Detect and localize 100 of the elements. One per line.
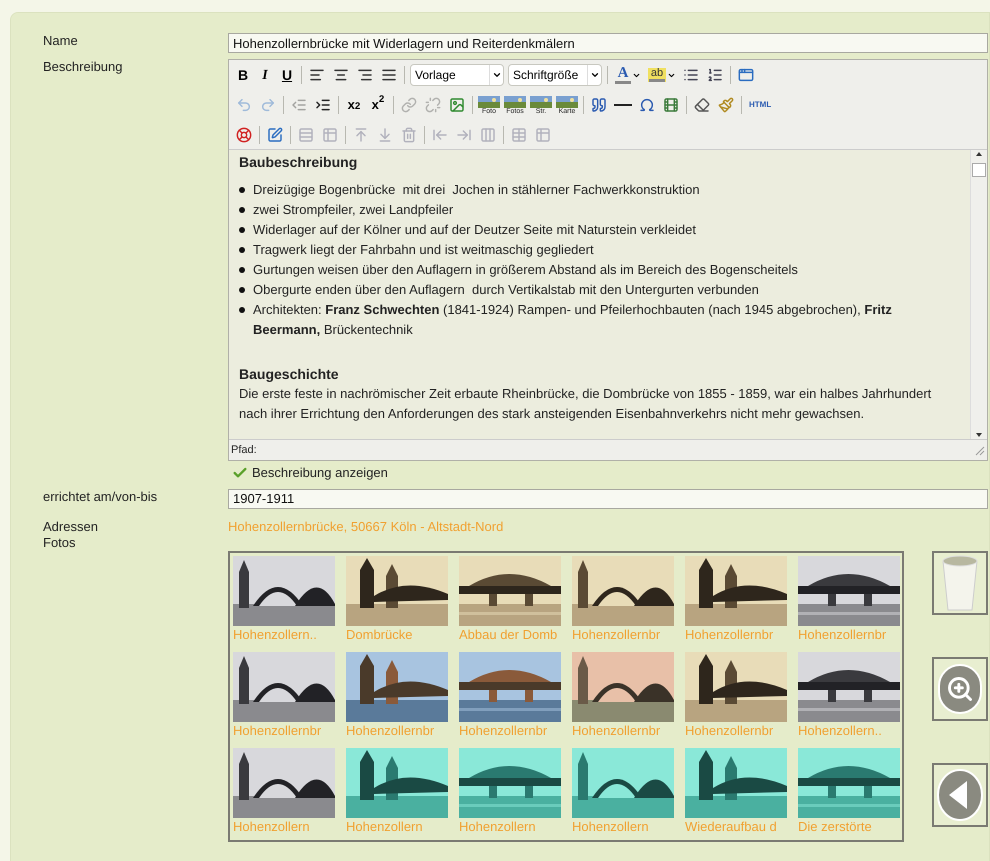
bullet-icon (239, 187, 245, 193)
redo-icon (260, 97, 276, 113)
horizontal-rule-icon (614, 104, 632, 106)
photo-caption[interactable]: Hohenzollern (459, 818, 561, 836)
outdent-icon (291, 97, 307, 113)
table-icon (511, 127, 527, 143)
image-icon (449, 97, 465, 113)
link-icon (401, 97, 417, 113)
omega-icon (639, 97, 655, 113)
underline-button[interactable]: U (276, 64, 298, 86)
photo-caption[interactable]: Hohenzollern (233, 818, 335, 836)
bullet-icon (239, 247, 245, 253)
photo-caption[interactable]: Hohenzollern.. (233, 626, 335, 644)
photo-caption[interactable]: Hohenzollern (346, 818, 448, 836)
photo-caption[interactable]: Abbau der Domb (459, 626, 561, 644)
bold-button[interactable]: B (232, 64, 254, 86)
table-grid-icon (535, 127, 551, 143)
highlight-button[interactable]: ab (645, 64, 679, 86)
field-label: errichtet am/von-bis (43, 488, 158, 506)
row-above-icon (353, 127, 369, 143)
photo-caption[interactable]: Hohenzollernbr (572, 722, 674, 740)
photo-caption[interactable]: Hohenzollernbr (685, 722, 787, 740)
eraser-icon (694, 97, 710, 113)
trash-can-icon (942, 554, 978, 610)
photo-caption[interactable]: Hohenzollernbr (233, 722, 335, 740)
html-button[interactable]: HTML (745, 94, 776, 116)
text-color-button[interactable]: A (611, 64, 645, 86)
field-label: Beschreibung (43, 59, 124, 76)
name-field[interactable]: Hohenzollernbrücke mit Widerlagern und Reiterdenkmälern (228, 33, 988, 53)
bullet-icon (239, 307, 245, 313)
content-heading: Baubeschreibung (239, 153, 358, 172)
photo-icon (556, 96, 578, 108)
zoom-in-icon (938, 664, 982, 714)
bullet-icon (239, 287, 245, 293)
bullet-icon (239, 267, 245, 273)
bullet-list-icon (683, 67, 699, 83)
photo-icon (504, 96, 526, 108)
photo-caption[interactable]: Hohenzollern.. (798, 722, 900, 740)
field-label: Adressen (43, 518, 99, 534)
justify-icon (381, 67, 397, 83)
list-item: Obergurte enden über den Auflagern durch Vertikalstab mit den Untergurten verbunden (253, 281, 759, 299)
lifebuoy-icon (236, 127, 252, 143)
caret-icon (590, 70, 600, 80)
indent-icon (315, 97, 331, 113)
undo-icon (236, 97, 252, 113)
photo-caption[interactable]: Hohenzollernbr (459, 722, 561, 740)
previous-button[interactable] (932, 762, 988, 826)
rows-icon (298, 127, 314, 143)
photo-caption[interactable]: Hohenzollernbr (572, 626, 674, 644)
list-item: Tragwerk liegt der Fahrbahn und ist weitmaschig gegliedert (253, 241, 594, 259)
scrollbar[interactable] (970, 150, 987, 439)
resize-grip-icon (973, 444, 985, 456)
column-before-icon (432, 127, 448, 143)
field-label: Name (43, 33, 79, 50)
trash-button[interactable] (932, 550, 988, 614)
caret-icon (492, 70, 502, 80)
column-delete-icon (480, 127, 496, 143)
brush-icon (718, 97, 734, 113)
list-item: zwei Strompfeiler, zwei Landpfeiler (253, 201, 454, 219)
photo-caption[interactable]: Hohenzollernbr (685, 626, 787, 644)
unlink-icon (425, 97, 441, 113)
script-button[interactable]: x$_{2}$ (342, 94, 366, 116)
photo-caption[interactable]: Hohenzollernbr (346, 722, 448, 740)
list-item: Widerlager auf der Kölner und auf der Deutzer Seite mit Naturstein verkleidet (253, 221, 696, 239)
table-edit-icon (267, 127, 283, 143)
list-item: Gurtungen weisen über den Auflagern in größerem Abstand als im Bereich des Bogenscheitels (253, 261, 798, 279)
dropdown[interactable]: Schriftgröße (508, 64, 602, 86)
path-status: Pfad: (231, 442, 257, 458)
italic-button[interactable]: I (254, 64, 276, 86)
bullet-icon (239, 227, 245, 233)
photo-caption[interactable]: Hohenzollernbr (798, 626, 900, 644)
row-delete-icon (401, 127, 417, 143)
cells-icon (322, 127, 338, 143)
list-item: Dreizügige Bogenbrücke mit drei Jochen in stählerner Fachwerkkonstruktion (253, 181, 700, 199)
photo-icon (530, 96, 552, 108)
quote-icon (591, 97, 607, 113)
list-item: Architekten: Franz Schwechten (1841-1924) Rampen- und Pfeilerhochbauten (nach 1945 abgebrochen), Fritz Beermann, Brückentechnik (253, 301, 893, 339)
photo-caption[interactable]: Wiederaufbau d (685, 818, 787, 836)
date-range-field[interactable]: 1907-1911 (228, 488, 988, 508)
photo-icon (478, 96, 500, 108)
dropdown[interactable]: Vorlage (410, 64, 504, 86)
field-label: Fotos (43, 534, 77, 550)
script-button[interactable]: x$^{2}$ (366, 94, 390, 116)
photo-caption[interactable]: Hohenzollern (572, 818, 674, 836)
photo-caption[interactable]: Die zerstörte (798, 818, 900, 836)
content-heading: Baugeschichte (239, 365, 340, 384)
numbered-list-icon (707, 67, 723, 83)
window-icon (738, 67, 754, 83)
align-left-icon (309, 67, 325, 83)
bullet-icon (239, 207, 245, 213)
show-description-checkbox[interactable]: Beschreibung anzeigen (232, 463, 388, 482)
address-link[interactable]: Hohenzollernbrücke, 50667 Köln - Altstadt-Nord (228, 518, 504, 534)
align-center-icon (333, 67, 349, 83)
photo-caption[interactable]: Dombrücke (346, 626, 448, 644)
align-right-icon (357, 67, 373, 83)
column-after-icon (456, 127, 472, 143)
zoom-button[interactable] (932, 656, 988, 720)
row-below-icon (377, 127, 393, 143)
content-paragraph: Die erste feste in nachrömischer Zeit erbaute Rheinbrücke, die Dombrücke von 1855 - 1859, war ein halbes Jahrhundert nach ihrer Errichtung den Anforderungen des stark ansteigenden Eisenbahnverkehrs nicht mehr gewachsen. (239, 385, 932, 423)
film-icon (663, 97, 679, 113)
